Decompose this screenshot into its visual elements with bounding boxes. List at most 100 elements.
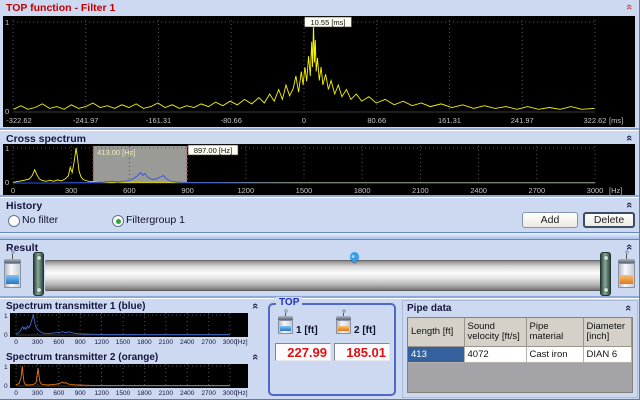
svg-text:900: 900 [181,186,194,195]
radio-no-filter-label: No filter [22,214,58,226]
svg-text:-161.31: -161.31 [146,116,171,125]
radio-filtergroup-1[interactable] [112,215,124,227]
spectrum-1-chart[interactable]: 03006009001200150018002100240027003000[H… [2,313,260,347]
svg-text:1: 1 [5,18,9,27]
transmitter-2-icon [618,252,635,288]
distance-2-label: 2 [ft] [354,325,376,336]
collapse-chevron-icon[interactable]: « [622,132,634,144]
pipe-graphic [45,260,601,291]
svg-text:300: 300 [32,339,43,346]
svg-text:1800: 1800 [137,390,152,397]
transmitter-2-small-icon [336,311,351,334]
svg-text:1: 1 [4,364,8,371]
svg-text:-80.66: -80.66 [221,116,242,125]
svg-text:600: 600 [123,186,136,195]
collapse-chevron-icon[interactable]: « [622,1,634,13]
result-title: Result [0,240,640,252]
svg-text:2700: 2700 [201,390,216,397]
pipe-flange-right [600,252,611,296]
svg-text:600: 600 [53,339,64,346]
svg-text:0: 0 [14,339,18,346]
table-header-row: Length [ft] Sound velocity [ft/s] Pipe m… [408,318,632,347]
svg-text:2400: 2400 [180,339,195,346]
distance-2-value: 185.01 [334,343,390,361]
svg-text:241.97: 241.97 [511,116,534,125]
spectrum-2-title: Spectrum transmitter 2 (orange) [2,350,264,362]
col-pipe-material[interactable]: Pipe material [526,318,583,347]
delete-button[interactable]: Delete [583,212,635,228]
svg-text:897.00 [Hz]: 897.00 [Hz] [194,146,232,155]
svg-text:1500: 1500 [296,186,313,195]
panel-result: Result « [0,240,640,297]
panel-cross-spectrum: Cross spectrum « 03006009001200150018002… [0,131,640,195]
add-button[interactable]: Add [522,212,578,228]
svg-text:2700: 2700 [201,339,216,346]
panel-spectrum-2: Spectrum transmitter 2 (orange) « 030060… [2,350,264,399]
svg-text:2400: 2400 [470,186,487,195]
svg-text:2100: 2100 [412,186,429,195]
svg-text:[Hz]: [Hz] [236,390,248,397]
pipe-data-table: Length [ft] Sound velocity [ft/s] Pipe m… [407,317,633,393]
cross-spectrum-chart[interactable]: 03006009001200150018002100240027003000[H… [3,144,635,195]
radio-filtergroup-1-label: Filtergroup 1 [126,214,185,226]
collapse-chevron-icon[interactable]: « [622,199,634,211]
svg-text:1200: 1200 [237,186,254,195]
pipe-flange-left [33,252,44,296]
svg-text:2100: 2100 [159,339,174,346]
svg-text:2700: 2700 [528,186,545,195]
collapse-chevron-icon[interactable]: « [248,300,260,312]
table-row[interactable]: 413 4072 Cast iron DIAN 6 [408,347,632,363]
svg-text:0: 0 [5,107,9,116]
separator-thick [0,232,639,240]
svg-text:0: 0 [11,186,15,195]
svg-text:1: 1 [4,313,8,320]
svg-text:322.62: 322.62 [584,116,607,125]
svg-text:413.00 [Hz]: 413.00 [Hz] [97,148,135,157]
svg-text:0: 0 [4,383,8,390]
radio-no-filter[interactable] [8,215,20,227]
top-function-chart[interactable]: -322.62 -241.97 -161.31 -80.66 0 80.66 161.31 2… [3,16,635,127]
svg-text:600: 600 [53,390,64,397]
panel-history: History « No filter Filtergroup 1 Add De… [0,198,640,232]
svg-text:1500: 1500 [116,339,131,346]
col-sound-velocity[interactable]: Sound velocity [ft/s] [464,318,526,347]
collapse-chevron-icon[interactable]: « [248,351,260,363]
svg-text:[ms]: [ms] [609,116,623,125]
svg-text:[Hz]: [Hz] [236,339,248,346]
svg-text:1200: 1200 [94,339,109,346]
panel-pipe-data: Pipe data « Length [ft] Sound velocity [… [402,300,638,398]
svg-text:-241.97: -241.97 [73,116,98,125]
distance-1-label: 1 [ft] [296,325,318,336]
pipe-data-title: Pipe data [403,301,637,313]
cell-pipe-material: Cast iron [526,347,583,363]
col-diameter[interactable]: Diameter [inch] [583,318,632,347]
svg-text:80.66: 80.66 [367,116,386,125]
svg-text:161.31: 161.31 [438,116,461,125]
svg-text:0: 0 [14,390,18,397]
svg-text:1800: 1800 [137,339,152,346]
svg-text:[Hz]: [Hz] [609,186,622,195]
collapse-chevron-icon[interactable]: « [621,302,633,314]
transmitter-1-small-icon [278,311,293,334]
correlator-window: TOP function - Filter 1 « -322.62 -241.97… [0,0,640,400]
svg-text:-322.62: -322.62 [6,116,31,125]
svg-text:2400: 2400 [180,390,195,397]
svg-text:900: 900 [75,339,86,346]
svg-text:0: 0 [4,332,8,339]
svg-text:3000: 3000 [587,186,604,195]
spectrum-2-chart[interactable]: 03006009001200150018002100240027003000[H… [2,364,260,398]
svg-text:10.55 [ms]: 10.55 [ms] [311,18,346,27]
distance-1-value: 227.99 [275,343,331,361]
cell-diameter: DIAN 6 [583,347,632,363]
transmitter-1-icon [4,252,21,288]
panel-top-function: TOP function - Filter 1 « -322.62 -241.97… [0,0,640,129]
top-result-groupbox: TOP 1 [ft] 2 [ft] 227.99 185.01 [268,303,396,396]
top-function-title: TOP function - Filter 1 [0,0,640,16]
svg-text:2100: 2100 [159,390,174,397]
panel-spectrum-1: Spectrum transmitter 1 (blue) « 0 300 600 9… [2,299,264,348]
cross-spectrum-title: Cross spectrum [0,131,640,144]
spectrum-1-title: Spectrum transmitter 1 (blue) [2,299,264,311]
svg-text:1500: 1500 [116,390,131,397]
col-length[interactable]: Length [ft] [408,318,464,347]
svg-text:0: 0 [5,178,9,187]
